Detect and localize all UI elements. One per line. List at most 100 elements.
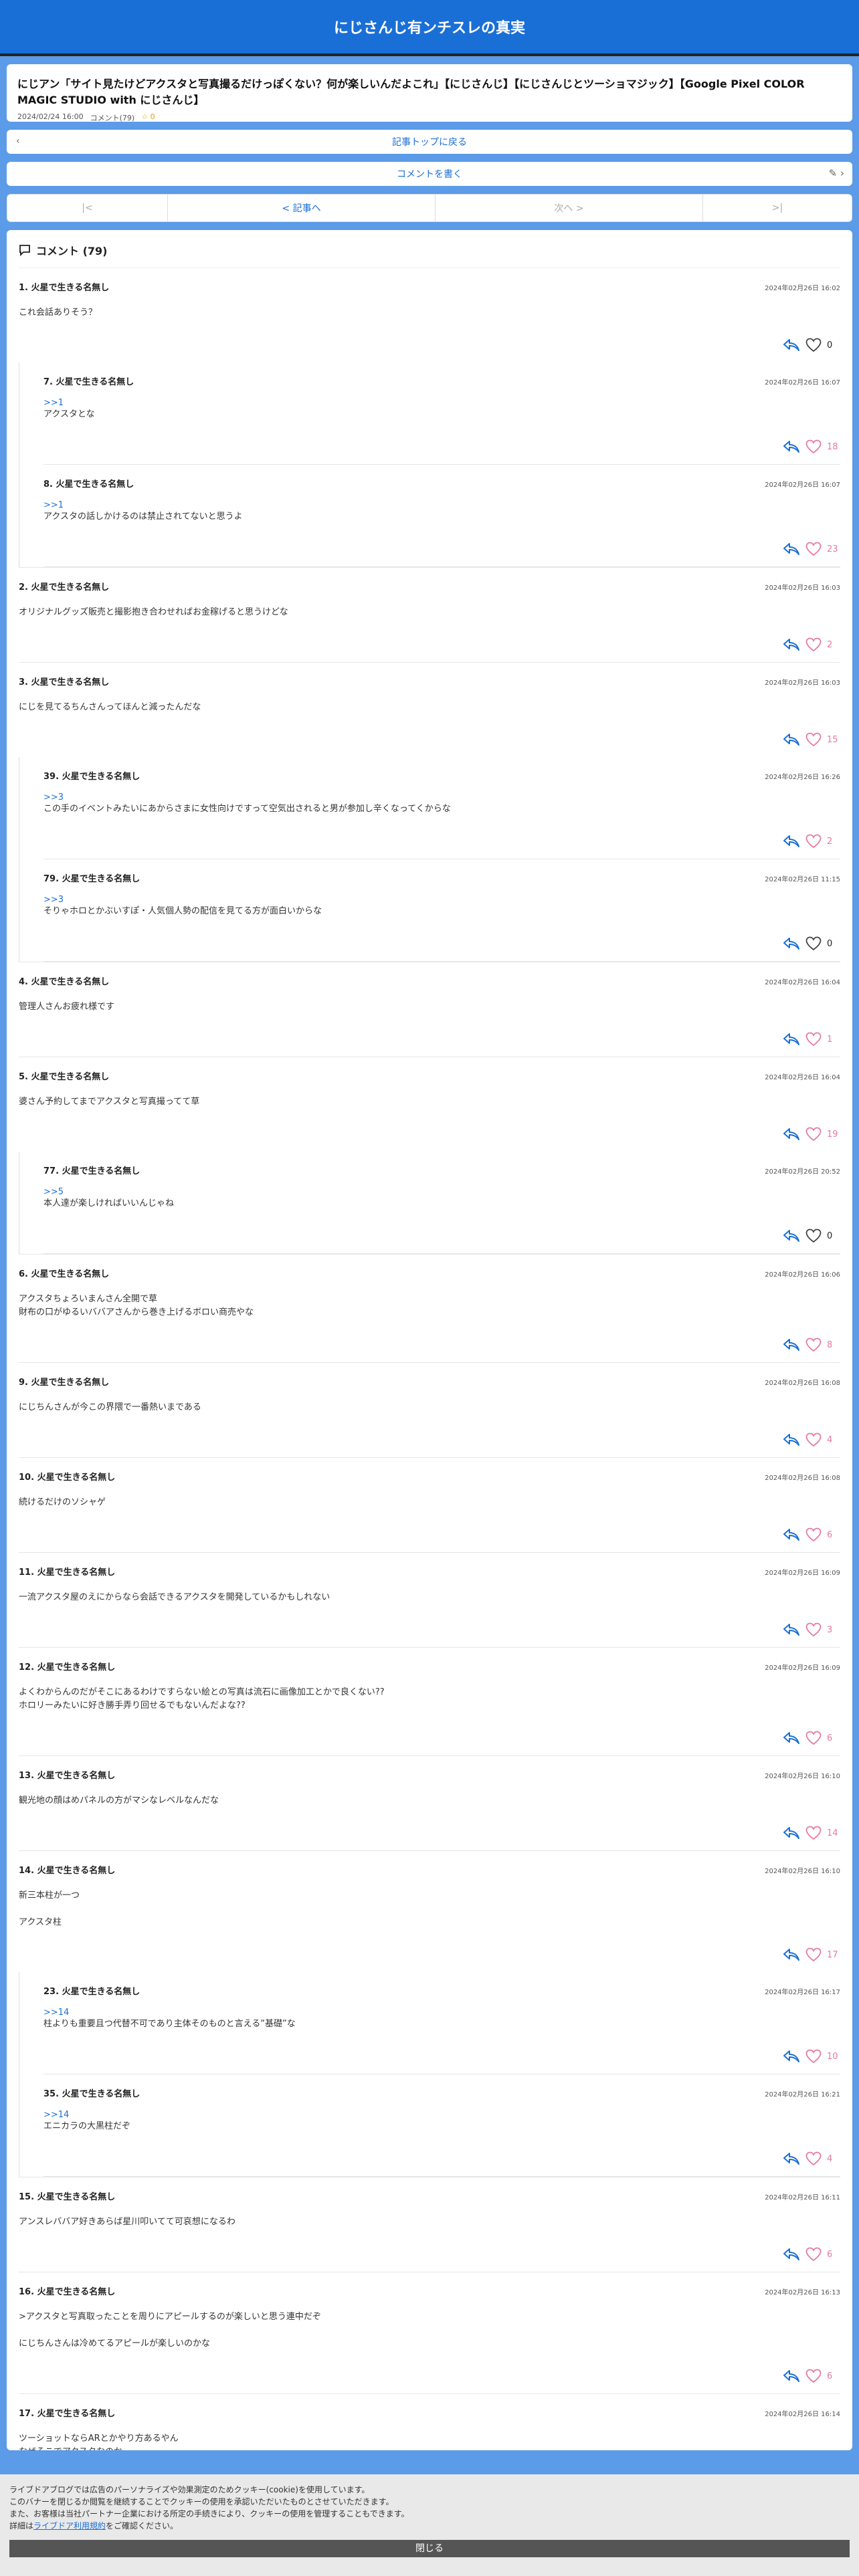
- reply-icon[interactable]: [783, 638, 800, 651]
- pager-last[interactable]: >|: [703, 195, 852, 221]
- comment-number[interactable]: 17.: [19, 2409, 34, 2419]
- comment-number[interactable]: 4.: [19, 977, 28, 987]
- comment-number[interactable]: 9.: [19, 1378, 28, 1388]
- comment-number[interactable]: 10.: [19, 1473, 34, 1483]
- reply-anchor[interactable]: >>14: [43, 2008, 840, 2018]
- reply-icon[interactable]: [783, 1433, 800, 1446]
- reply-icon[interactable]: [783, 338, 800, 352]
- reply-anchor[interactable]: >>3: [43, 792, 840, 802]
- heart-icon[interactable]: [805, 2369, 822, 2383]
- heart-icon[interactable]: [805, 1622, 822, 1637]
- comment-actions: 2: [19, 635, 840, 654]
- comment-number[interactable]: 5.: [19, 1072, 28, 1082]
- comment-number[interactable]: 6.: [19, 1269, 28, 1279]
- comment: 10. 火星で生きる名無し 2024年02月26日 16:08 続けるだけのソシャゲ…: [19, 1458, 840, 1552]
- back-to-top-button[interactable]: ‹ 記事トップに戻る: [7, 130, 852, 154]
- heart-icon[interactable]: [805, 1826, 822, 1840]
- article-comment-count[interactable]: コメント(79): [90, 112, 135, 123]
- article-stars[interactable]: ☆ 0: [141, 112, 155, 123]
- heart-icon[interactable]: [805, 1731, 822, 1745]
- reply-icon[interactable]: [783, 835, 800, 848]
- reply-icon[interactable]: [783, 937, 800, 950]
- heart-icon[interactable]: [805, 2247, 822, 2262]
- reply-icon[interactable]: [783, 1948, 800, 1961]
- reply-icon[interactable]: [783, 1623, 800, 1636]
- comment-number[interactable]: 12.: [19, 1662, 34, 1673]
- heart-icon[interactable]: [805, 1127, 822, 1142]
- reply-icon[interactable]: [783, 2152, 800, 2165]
- write-comment-button[interactable]: コメントを書く ✎ ›: [7, 162, 852, 186]
- comment-time: 2024年02月26日 16:21: [765, 2091, 840, 2099]
- comment-author-name: 火星で生きる名無し: [31, 582, 110, 593]
- comment-actions: 2: [43, 832, 840, 851]
- like-count: 4: [827, 2153, 833, 2164]
- heart-icon[interactable]: [805, 338, 822, 352]
- comment-number[interactable]: 35.: [43, 2089, 59, 2099]
- heart-icon[interactable]: [805, 936, 822, 951]
- reply-icon[interactable]: [783, 1338, 800, 1352]
- comment-number[interactable]: 2.: [19, 582, 28, 593]
- reply-icon[interactable]: [783, 1229, 800, 1243]
- comment-number[interactable]: 39.: [43, 772, 59, 782]
- comment-number[interactable]: 8.: [43, 479, 53, 490]
- reply-icon[interactable]: [783, 1528, 800, 1541]
- reply-icon[interactable]: [783, 1033, 800, 1046]
- comment-number[interactable]: 77.: [43, 1166, 59, 1176]
- heart-icon[interactable]: [805, 439, 822, 454]
- heart-icon[interactable]: [805, 732, 822, 747]
- reply-icon[interactable]: [783, 440, 800, 453]
- comment-author-name: 火星で生きる名無し: [37, 1771, 116, 1781]
- pager-first[interactable]: |<: [7, 195, 168, 221]
- article-title[interactable]: にじアン「サイト見たけどアクスタと写真撮るだけっぽくない？何が楽しいんだよこれ」…: [17, 76, 842, 108]
- reply-icon[interactable]: [783, 542, 800, 556]
- reply-icon[interactable]: [783, 1731, 800, 1745]
- comment-number[interactable]: 3.: [19, 677, 28, 687]
- cookie-close-button[interactable]: 閉じる: [9, 2540, 850, 2557]
- comment-number[interactable]: 23.: [43, 1987, 59, 1997]
- reply-anchor[interactable]: >>14: [43, 2110, 840, 2120]
- heart-icon[interactable]: [805, 1032, 822, 1047]
- heart-icon[interactable]: [805, 1527, 822, 1542]
- reply-anchor[interactable]: >>1: [43, 398, 840, 408]
- comment-actions: 19: [19, 1125, 840, 1144]
- reply-icon[interactable]: [783, 2050, 800, 2063]
- reply-icon[interactable]: [783, 1826, 800, 1840]
- comment-number[interactable]: 7.: [43, 377, 53, 387]
- heart-icon[interactable]: [805, 542, 822, 556]
- terms-link[interactable]: ライブドア利用規約: [33, 2521, 106, 2531]
- comment-number[interactable]: 16.: [19, 2287, 34, 2297]
- reply-icon[interactable]: [783, 2369, 800, 2383]
- reply-icon[interactable]: [783, 1128, 800, 1141]
- comment-thread: 15. 火星で生きる名無し 2024年02月26日 16:11 アンスレババア好きあ…: [19, 2177, 840, 2272]
- heart-icon[interactable]: [805, 1228, 822, 1243]
- reply-anchor[interactable]: >>1: [43, 500, 840, 510]
- comment-number[interactable]: 13.: [19, 1771, 34, 1781]
- like-count: 6: [827, 2249, 833, 2260]
- reply-icon[interactable]: [783, 733, 800, 746]
- comment-actions: 0: [19, 336, 840, 354]
- comment-number[interactable]: 14.: [19, 1866, 34, 1876]
- heart-icon[interactable]: [805, 2049, 822, 2064]
- comment-number[interactable]: 79.: [43, 874, 59, 884]
- heart-icon[interactable]: [805, 637, 822, 652]
- heart-icon[interactable]: [805, 1947, 822, 1962]
- comment-number[interactable]: 1.: [19, 283, 28, 293]
- reply-anchor[interactable]: >>3: [43, 895, 840, 905]
- pager-next[interactable]: 次へ >: [436, 195, 703, 221]
- heart-icon[interactable]: [805, 1432, 822, 1447]
- reply-comment: 7. 火星で生きる名無し 2024年02月26日 16:07 >>1 アクスタとな 18: [43, 362, 840, 465]
- heart-icon[interactable]: [805, 834, 822, 849]
- comment-header: 13. 火星で生きる名無し 2024年02月26日 16:10: [19, 1768, 840, 1781]
- comment-number[interactable]: 11.: [19, 1568, 34, 1578]
- like-count: 18: [827, 441, 838, 452]
- reply-icon[interactable]: [783, 2248, 800, 2261]
- pencil-icon: ✎ ›: [828, 167, 844, 179]
- reply-anchor[interactable]: >>5: [43, 1187, 840, 1197]
- comment-body: オリジナルグッズ販売と撮影抱き合わせればお金稼げると思うけどな: [19, 607, 288, 617]
- heart-icon[interactable]: [805, 2151, 822, 2166]
- site-title[interactable]: にじさんじ有ンチスレの真実: [334, 16, 525, 37]
- comment-number[interactable]: 15.: [19, 2192, 34, 2202]
- pager-prev[interactable]: < 記事へ: [168, 195, 436, 221]
- like-count: 0: [827, 340, 833, 350]
- heart-icon[interactable]: [805, 1337, 822, 1352]
